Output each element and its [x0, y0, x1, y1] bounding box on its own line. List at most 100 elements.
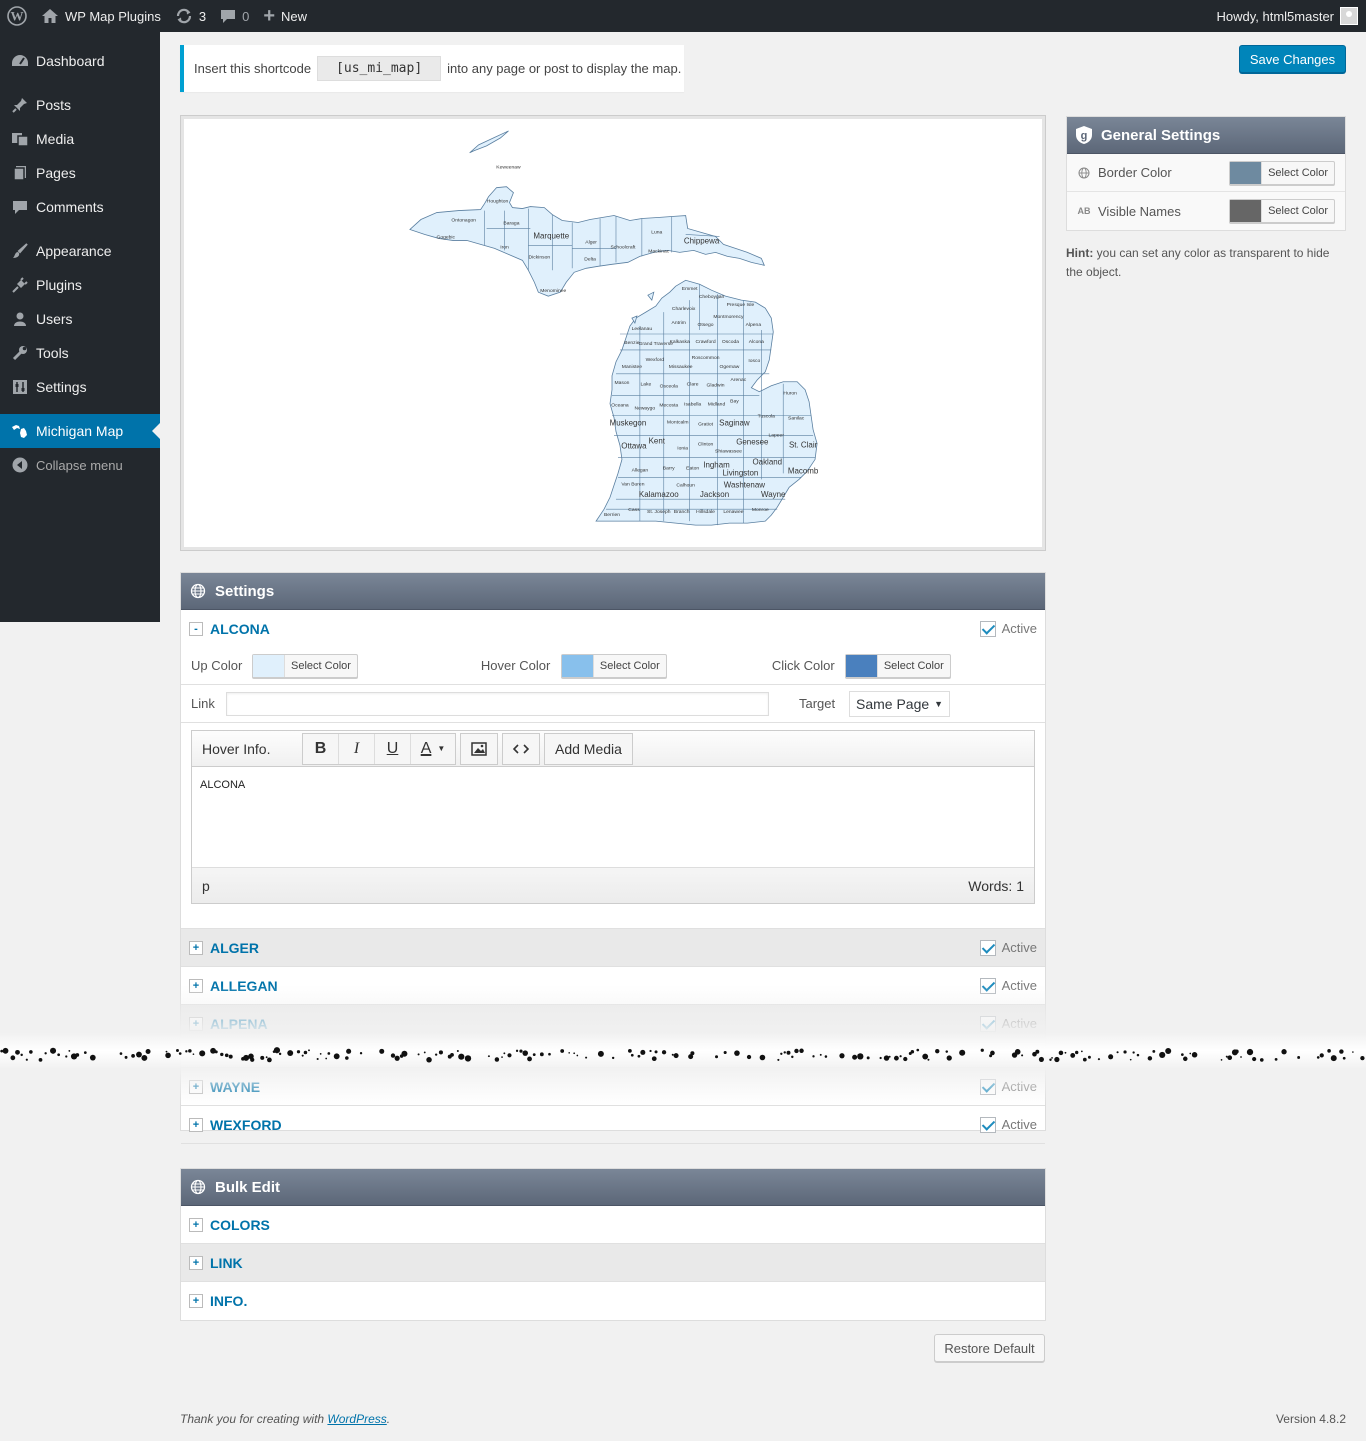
select-color-button[interactable]: Select Color: [284, 654, 357, 677]
site-name-link[interactable]: WP Map Plugins: [34, 0, 168, 32]
region-row[interactable]: + ALGER Active: [181, 929, 1045, 967]
region-name[interactable]: ALPENA: [210, 1016, 268, 1032]
link-input[interactable]: [226, 691, 769, 716]
expand-toggle[interactable]: +: [189, 1016, 203, 1031]
footer-thanks-suffix: .: [386, 1412, 391, 1426]
save-changes-button[interactable]: Save Changes: [1239, 45, 1346, 73]
select-color-button[interactable]: Select Color: [1261, 161, 1334, 184]
region-name[interactable]: WAYNE: [210, 1079, 260, 1095]
visible-names-picker[interactable]: Select Color: [1229, 199, 1335, 223]
region-name[interactable]: ALGER: [210, 940, 259, 956]
hover-color-swatch: [561, 654, 593, 677]
underline-button[interactable]: U: [375, 733, 411, 764]
sidebar-item-users[interactable]: Users: [0, 302, 160, 336]
active-checkbox[interactable]: [979, 1116, 996, 1133]
region-name[interactable]: WEXFORD: [210, 1117, 282, 1133]
insert-image-button[interactable]: [461, 734, 497, 764]
bulk-item-label[interactable]: INFO.: [210, 1293, 247, 1309]
county-shape: [595, 279, 818, 526]
county-label: Newaygo: [634, 406, 655, 412]
county-label: Alger: [585, 239, 597, 245]
hover-color-picker[interactable]: Select Color: [560, 653, 667, 678]
sidebar-item-michigan-map[interactable]: Michigan Map: [0, 414, 160, 448]
expand-toggle[interactable]: +: [189, 940, 203, 955]
sidebar-item-dashboard[interactable]: Dashboard: [0, 44, 160, 78]
select-color-button[interactable]: Select Color: [592, 654, 666, 677]
bulk-item-colors[interactable]: + COLORS: [181, 1206, 1045, 1244]
sidebar-item-pages[interactable]: Pages: [0, 156, 160, 190]
michigan-map[interactable]: Keweenaw Houghton Ontonagon Gogebic Baraga Ir…: [181, 116, 1045, 550]
account-menu[interactable]: Howdy, html5master: [1216, 7, 1366, 25]
county-label: Jackson: [700, 490, 729, 499]
county-label: Lapeer: [769, 433, 785, 439]
active-label: Active: [1001, 621, 1037, 636]
expand-toggle[interactable]: +: [189, 1217, 203, 1232]
county-label: Gratiot: [698, 422, 714, 428]
active-checkbox[interactable]: [979, 620, 996, 637]
sidebar-item-settings[interactable]: Settings: [0, 370, 160, 404]
restore-default-button[interactable]: Restore Default: [934, 1334, 1045, 1362]
expand-toggle[interactable]: +: [189, 1117, 203, 1132]
active-checkbox-wrap[interactable]: Active: [979, 1015, 1037, 1032]
county-label: Montmorency: [713, 314, 744, 320]
user-icon: [10, 309, 30, 329]
county-label: Charlevoix: [672, 306, 696, 312]
up-color-picker[interactable]: Select Color: [252, 653, 358, 678]
expand-toggle[interactable]: +: [189, 1255, 203, 1270]
italic-button[interactable]: I: [339, 733, 375, 764]
region-row[interactable]: + ALPENA Active: [181, 1005, 1045, 1043]
region-name[interactable]: ALCONA: [210, 621, 270, 637]
region-row[interactable]: + WEXFORD Active: [181, 1106, 1045, 1144]
collapse-toggle[interactable]: -: [189, 621, 203, 636]
bulk-item-link[interactable]: + LINK: [181, 1244, 1045, 1282]
sidebar-item-comments[interactable]: Comments: [0, 190, 160, 224]
sidebar-item-tools[interactable]: Tools: [0, 336, 160, 370]
active-checkbox-wrap[interactable]: Active: [979, 939, 1037, 956]
sidebar-item-posts[interactable]: Posts: [0, 88, 160, 122]
active-checkbox[interactable]: [979, 977, 996, 994]
code-icon: [513, 743, 529, 754]
add-media-button[interactable]: Add Media: [544, 732, 633, 765]
click-color-picker[interactable]: Select Color: [844, 653, 951, 678]
select-color-button[interactable]: Select Color: [876, 654, 950, 677]
updates-link[interactable]: 3: [168, 0, 213, 32]
expand-toggle[interactable]: +: [189, 978, 203, 993]
wordpress-logo[interactable]: W: [0, 0, 34, 32]
active-checkbox-wrap[interactable]: Active: [979, 977, 1037, 994]
new-content-link[interactable]: + New: [256, 0, 314, 32]
sidebar-item-label: Comments: [36, 199, 104, 215]
active-checkbox[interactable]: [979, 1015, 996, 1032]
expand-toggle[interactable]: +: [189, 1079, 203, 1094]
county-label: Oceana: [611, 403, 629, 409]
bold-button[interactable]: B: [303, 733, 339, 764]
dashboard-icon: [10, 51, 30, 71]
comments-link[interactable]: 0: [213, 0, 256, 32]
active-checkbox-wrap[interactable]: Active: [979, 1116, 1037, 1133]
region-name[interactable]: ALLEGAN: [210, 978, 278, 994]
wordpress-link[interactable]: WordPress: [327, 1412, 386, 1426]
text-color-button[interactable]: A ▼: [411, 734, 455, 764]
border-color-picker[interactable]: Select Color: [1229, 160, 1335, 185]
editor-content[interactable]: ALCONA: [192, 767, 1034, 867]
active-checkbox-wrap[interactable]: Active: [979, 1078, 1037, 1095]
active-checkbox[interactable]: [979, 939, 996, 956]
shortcode-box[interactable]: [us_mi_map]: [317, 56, 442, 81]
target-select[interactable]: Same Page ▼: [849, 690, 950, 717]
bulk-item-label[interactable]: LINK: [210, 1255, 243, 1271]
region-row[interactable]: + ALLEGAN Active: [181, 967, 1045, 1005]
active-checkbox-wrap[interactable]: Active: [979, 620, 1037, 637]
expand-toggle[interactable]: +: [189, 1294, 203, 1308]
sidebar-item-media[interactable]: Media: [0, 122, 160, 156]
border-color-label: Border Color: [1098, 165, 1172, 180]
bulk-item-info[interactable]: + INFO.: [181, 1282, 1045, 1320]
source-code-button[interactable]: [503, 734, 539, 764]
sidebar-item-plugins[interactable]: Plugins: [0, 268, 160, 302]
region-row[interactable]: + WAYNE Active: [181, 1068, 1045, 1106]
collapse-menu-button[interactable]: Collapse menu: [0, 448, 160, 482]
sidebar-item-appearance[interactable]: Appearance: [0, 234, 160, 268]
up-color-label: Up Color: [191, 658, 243, 673]
bulk-item-label[interactable]: COLORS: [210, 1217, 270, 1233]
editor-statusbar: p Words: 1: [192, 867, 1034, 903]
active-checkbox[interactable]: [979, 1078, 996, 1095]
select-color-button[interactable]: Select Color: [1261, 200, 1334, 222]
